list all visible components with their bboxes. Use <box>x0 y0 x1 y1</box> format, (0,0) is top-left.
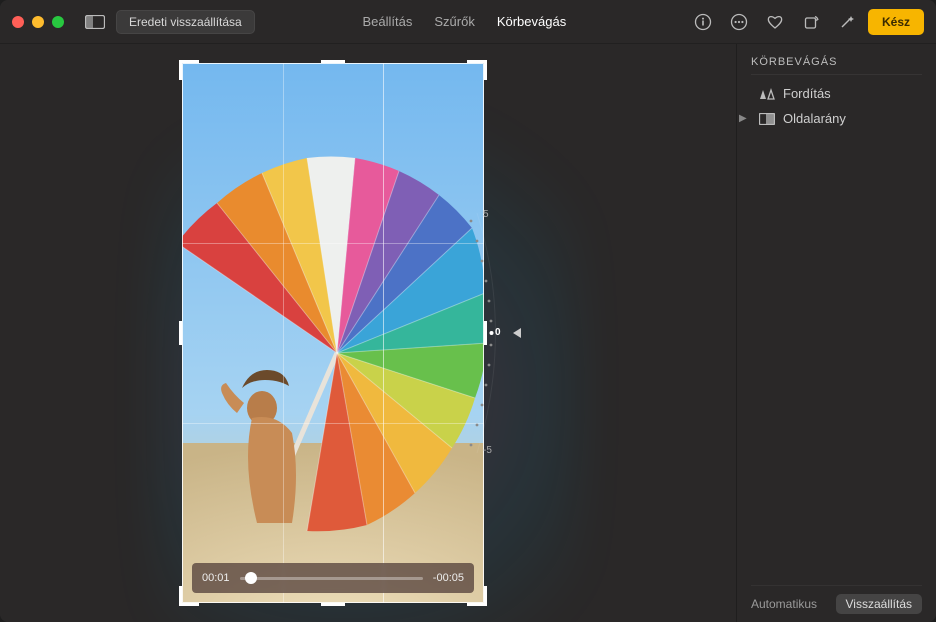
rotate-icon[interactable] <box>796 9 826 35</box>
video-scrubber[interactable]: 00:01 -00:05 <box>192 563 474 593</box>
main-area: 00:01 -00:05 <box>0 44 936 622</box>
sidebar-item-aspect[interactable]: ▶ Oldalarány <box>751 106 922 131</box>
crop-handle-top[interactable] <box>321 60 345 63</box>
restore-original-button[interactable]: Eredeti visszaállítása <box>116 10 255 34</box>
sidebar-footer: Automatikus Visszaállítás <box>751 585 922 614</box>
reset-button[interactable]: Visszaállítás <box>836 594 922 614</box>
sidebar-item-label: Oldalarány <box>783 111 846 126</box>
sidebar-toggle-icon[interactable] <box>82 11 108 33</box>
more-icon[interactable] <box>724 9 754 35</box>
sidebar-item-label: Fordítás <box>783 86 831 101</box>
tab-adjust[interactable]: Beállítás <box>360 11 414 32</box>
crop-border <box>182 63 484 603</box>
titlebar: Eredeti visszaállítása Beállítás Szűrők … <box>0 0 936 44</box>
close-window-button[interactable] <box>12 16 24 28</box>
restore-original-label: Eredeti visszaállítása <box>129 15 242 29</box>
playback-remaining: -00:05 <box>433 572 464 584</box>
straighten-dial[interactable]: 5 0 -5 <box>463 203 543 463</box>
chevron-right-icon: ▶ <box>739 113 749 124</box>
tab-crop[interactable]: Körbevágás <box>495 11 568 32</box>
playback-elapsed: 00:01 <box>202 572 230 584</box>
auto-button[interactable]: Automatikus <box>751 597 817 611</box>
done-button-label: Kész <box>882 15 910 29</box>
scrubber-knob[interactable] <box>245 572 257 584</box>
flip-icon <box>759 87 775 101</box>
aspect-ratio-icon <box>759 113 775 125</box>
canvas-area: 00:01 -00:05 <box>0 44 736 622</box>
minimize-window-button[interactable] <box>32 16 44 28</box>
crop-sidebar: KÖRBEVÁGÁS Fordítás ▶ Oldalarány <box>736 44 936 622</box>
dial-label-center: 0 <box>495 327 501 338</box>
crop-handle-bottom[interactable] <box>321 603 345 606</box>
dial-label-lower: -5 <box>483 445 492 456</box>
spacer <box>739 88 749 99</box>
dial-indicator-icon <box>513 328 521 338</box>
dial-label-upper: 5 <box>483 209 489 220</box>
tab-filters[interactable]: Szűrők <box>432 11 476 32</box>
photos-edit-window: Eredeti visszaállítása Beállítás Szűrők … <box>0 0 936 622</box>
scrubber-track[interactable] <box>240 577 423 580</box>
info-icon[interactable] <box>688 9 718 35</box>
sidebar-title: KÖRBEVÁGÁS <box>751 54 922 75</box>
crop-handle-top-right[interactable] <box>467 60 487 80</box>
edit-mode-tabs: Beállítás Szűrők Körbevágás <box>360 11 568 32</box>
crop-handle-top-left[interactable] <box>179 60 199 80</box>
enhance-wand-icon[interactable] <box>832 9 862 35</box>
zoom-window-button[interactable] <box>52 16 64 28</box>
crop-frame[interactable]: 00:01 -00:05 <box>182 63 484 603</box>
favorite-heart-icon[interactable] <box>760 9 790 35</box>
titlebar-right-icons: Kész <box>688 9 924 35</box>
sidebar-item-flip[interactable]: Fordítás <box>751 81 922 106</box>
window-controls <box>12 16 64 28</box>
crop-handle-left[interactable] <box>179 321 182 345</box>
done-button[interactable]: Kész <box>868 9 924 35</box>
